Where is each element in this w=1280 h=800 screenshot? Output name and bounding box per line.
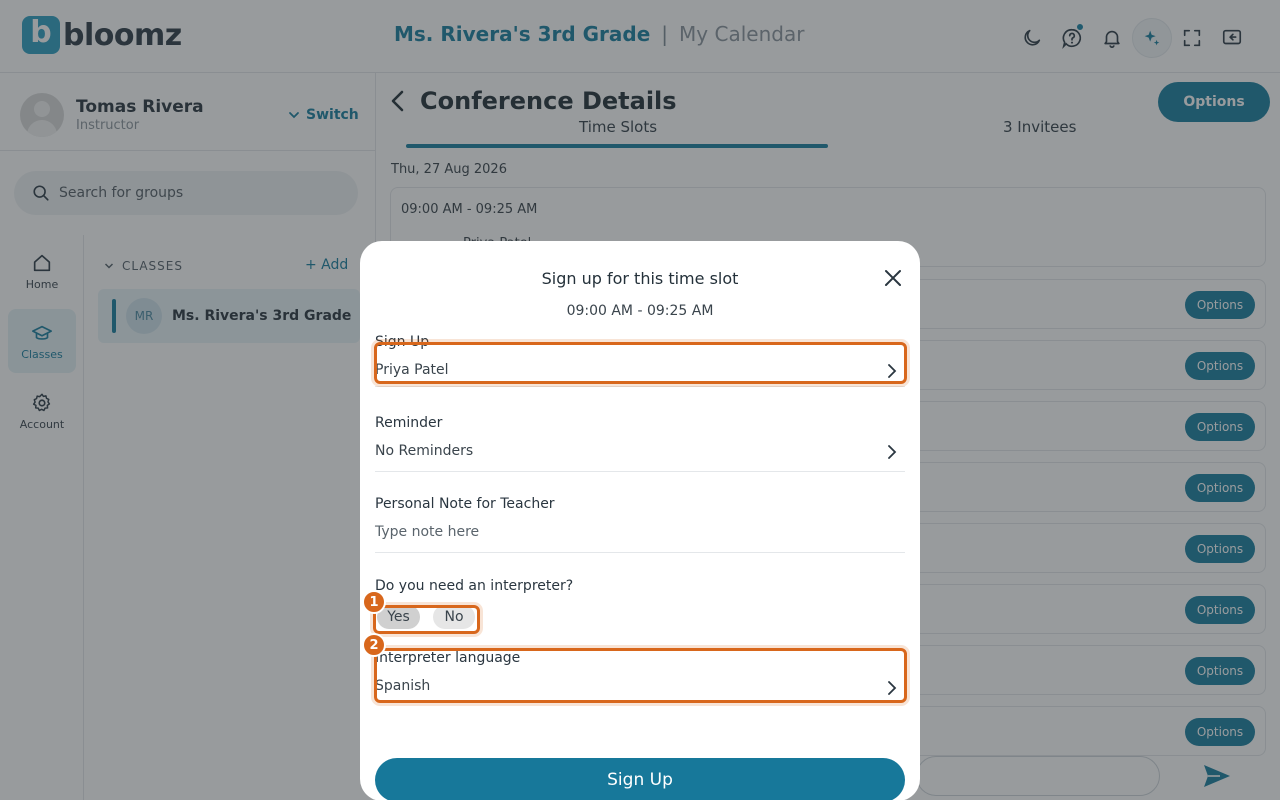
modal-title: Sign up for this time slot: [541, 269, 739, 288]
highlight-language-field: [374, 648, 907, 703]
step-badge-2: 2: [362, 633, 386, 657]
sign-up-button[interactable]: Sign Up: [375, 758, 905, 800]
signup-modal: Sign up for this time slot 09:00 AM - 09…: [360, 241, 920, 800]
step-badge-1: 1: [362, 590, 386, 614]
modal-time: 09:00 AM - 09:25 AM: [566, 303, 714, 319]
interpreter-question: Do you need an interpreter?: [375, 578, 574, 594]
note-label: Personal Note for Teacher: [375, 496, 555, 512]
reminder-label: Reminder: [375, 415, 443, 431]
note-input[interactable]: Type note here: [375, 524, 905, 540]
note-field[interactable]: Personal Note for Teacher Type note here: [375, 496, 905, 553]
reminder-field[interactable]: Reminder No Reminders: [375, 415, 905, 472]
chevron-right-icon: [888, 445, 897, 459]
highlight-signup-field: [374, 342, 907, 384]
highlight-interpreter-toggle: [373, 605, 480, 634]
close-icon[interactable]: [884, 269, 902, 287]
reminder-value: No Reminders: [375, 443, 474, 459]
